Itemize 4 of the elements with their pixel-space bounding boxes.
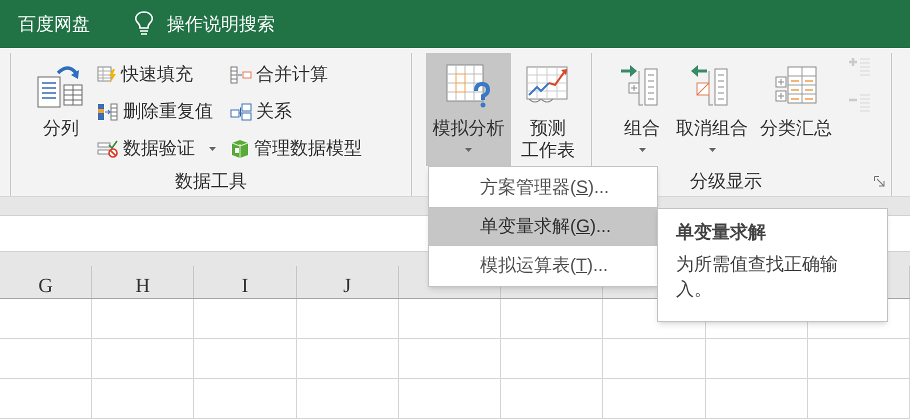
group-label: 数据工具 <box>175 170 247 193</box>
tooltip-description: 为所需值查找正确输入。 <box>676 253 839 301</box>
tooltip-title: 单变量求解 <box>676 221 767 244</box>
group-label: 分级显示 <box>690 170 762 193</box>
